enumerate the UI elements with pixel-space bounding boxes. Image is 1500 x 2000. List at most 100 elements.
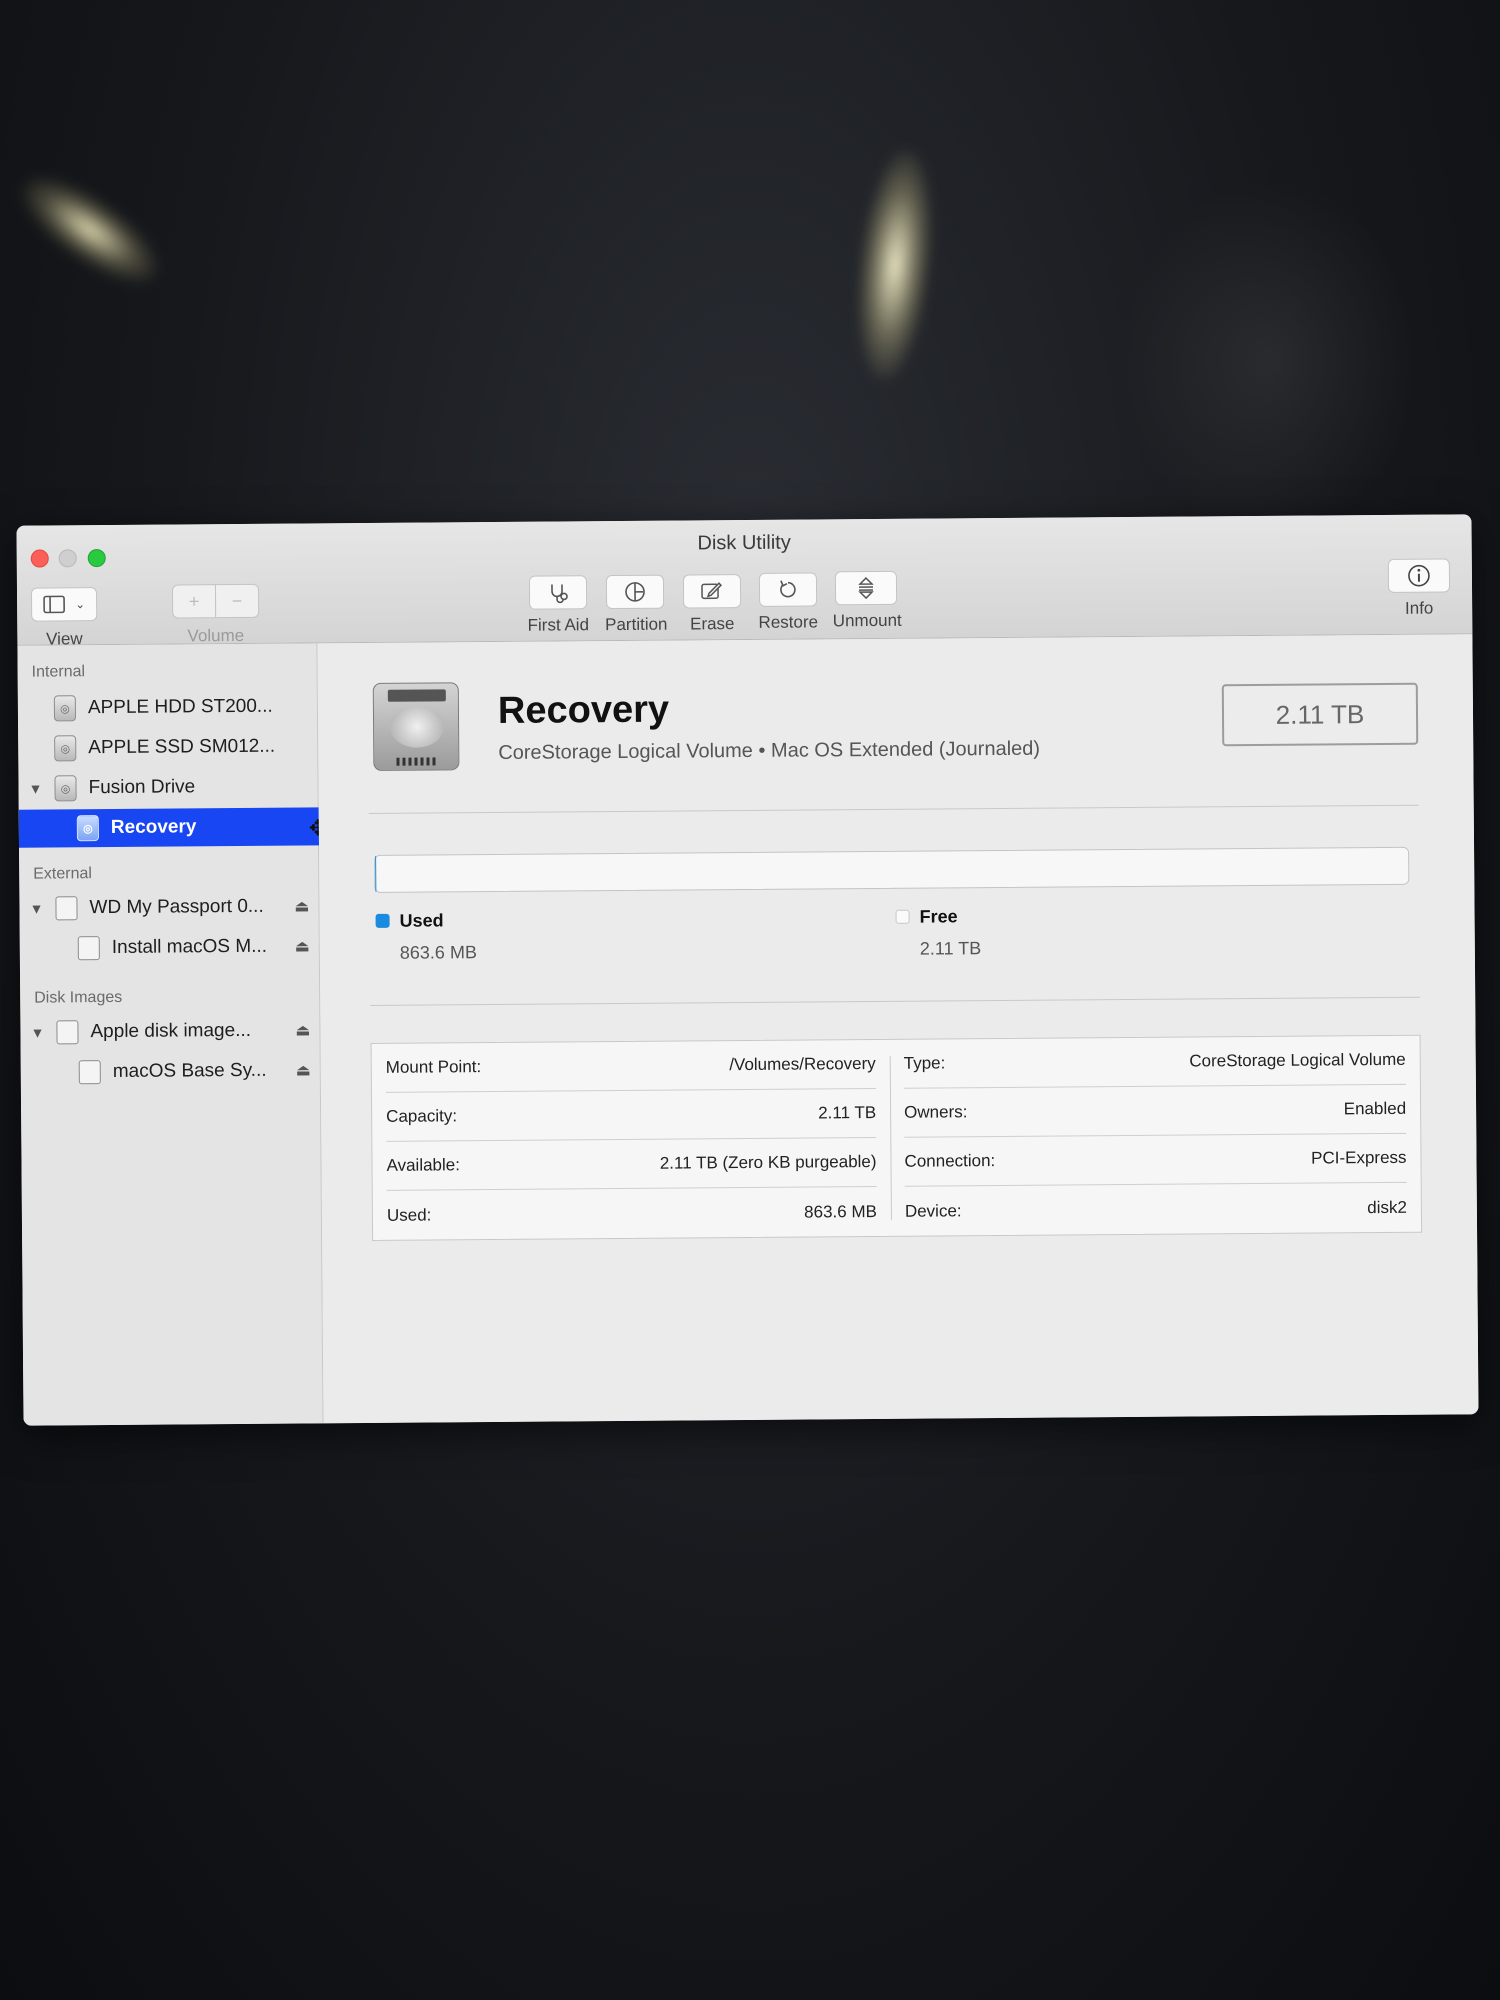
info-row-mount-point: Mount Point: /Volumes/Recovery <box>385 1039 876 1093</box>
volume-icon: ◎ <box>76 815 99 842</box>
add-volume-button[interactable]: + <box>171 584 217 619</box>
usage-bar-used-fill <box>375 855 376 892</box>
info-row-type: Type: CoreStorage Logical Volume <box>903 1035 1406 1089</box>
unmount-button[interactable] <box>834 570 898 606</box>
sidebar-item-apple-disk-image[interactable]: ▼ Apple disk image... ⏏ <box>20 1011 320 1051</box>
sidebar-item-apple-hdd[interactable]: ◎ APPLE HDD ST200... <box>18 687 318 727</box>
stethoscope-icon <box>551 584 568 604</box>
sidebar-item-recovery[interactable]: ◎ Recovery <box>18 807 320 848</box>
ceiling-light-reflection-center <box>848 146 942 384</box>
sidebar-item-fusion-drive[interactable]: ▼ ◎ Fusion Drive <box>18 767 318 807</box>
legend-free: Free 2.11 TB <box>895 906 981 959</box>
info-value: 863.6 MB <box>804 1201 877 1222</box>
sidebar-section-internal: Internal <box>31 663 86 681</box>
sidebar-item-label: WD My Passport 0... <box>89 895 264 919</box>
legend-used: Used 863.6 MB <box>375 910 477 963</box>
eject-icon[interactable]: ⏏ <box>295 936 310 956</box>
sidebar-item-label: Install macOS M... <box>111 935 268 958</box>
volume-name: Recovery <box>497 688 670 732</box>
info-label: Connection: <box>904 1151 996 1171</box>
sidebar-section-disk-images: Disk Images <box>34 988 123 1007</box>
info-column-right: Type: CoreStorage Logical Volume Owners:… <box>890 1035 1422 1236</box>
sidebar-item-label: Recovery <box>110 816 197 838</box>
disclosure-triangle-icon[interactable]: ▼ <box>24 780 46 797</box>
info-value: PCI-Express <box>1310 1147 1407 1168</box>
disk-image-icon <box>56 1020 79 1045</box>
sidebar: Internal ◎ APPLE HDD ST200... ◎ APPLE SS… <box>17 643 327 1426</box>
plus-icon: + <box>188 590 200 611</box>
free-swatch <box>895 909 910 924</box>
info-label: Capacity: <box>386 1106 458 1126</box>
sidebar-item-label: APPLE SSD SM012... <box>88 735 276 759</box>
info-label: Mount Point: <box>385 1057 482 1077</box>
ceiling-light-reflection-left <box>7 159 173 301</box>
partition-pie-icon <box>625 582 645 602</box>
disclosure-triangle-icon[interactable]: ▼ <box>26 1024 48 1041</box>
info-label: Owners: <box>904 1102 968 1122</box>
sidebar-item-label: Apple disk image... <box>90 1019 252 1043</box>
info-label: Type: <box>903 1053 946 1073</box>
eject-icon[interactable]: ⏏ <box>295 1020 310 1040</box>
sidebar-section-external: External <box>33 865 92 883</box>
sidebar-item-macos-base-system[interactable]: macOS Base Sy... ⏏ <box>21 1051 321 1091</box>
sidebar-item-label: Fusion Drive <box>88 776 196 799</box>
free-label: Free <box>919 906 958 927</box>
used-label: Used <box>399 910 444 931</box>
sidebar-item-install-macos[interactable]: Install macOS M... ⏏ <box>20 927 320 967</box>
info-label: Available: <box>386 1155 461 1175</box>
info-row-owners: Owners: Enabled <box>903 1084 1407 1138</box>
info-value: Enabled <box>1343 1098 1407 1119</box>
toolbar: Disk Utility ⌄ View + − Volume First Aid… <box>16 514 1473 648</box>
used-swatch <box>375 913 390 928</box>
hard-disk-icon: ◎ <box>53 695 77 722</box>
info-row-capacity: Capacity: 2.11 TB <box>385 1088 877 1142</box>
free-value: 2.11 TB <box>919 938 982 959</box>
info-value: CoreStorage Logical Volume <box>1189 1049 1406 1071</box>
window-title: Disk Utility <box>697 531 791 555</box>
restore-button[interactable] <box>758 572 818 607</box>
unmount-icon <box>858 576 874 600</box>
info-row-available: Available: 2.11 TB (Zero KB purgeable) <box>386 1137 877 1191</box>
info-label: Device: <box>904 1200 962 1221</box>
hard-disk-icon: ◎ <box>54 735 77 762</box>
hard-disk-icon: ◎ <box>54 775 77 802</box>
erase-pencil-icon <box>701 582 723 600</box>
sidebar-item-wd-my-passport[interactable]: ▼ WD My Passport 0... ⏏ <box>19 887 319 927</box>
divider <box>370 996 1421 1006</box>
volume-detail-pane: Recovery CoreStorage Logical Volume • Ma… <box>317 634 1479 1424</box>
volume-size-badge: 2.11 TB <box>1221 682 1419 747</box>
usage-bar <box>374 846 1410 893</box>
used-value: 863.6 MB <box>399 942 477 963</box>
divider <box>368 804 1419 814</box>
info-column-left: Mount Point: /Volumes/Recovery Capacity:… <box>372 1039 892 1240</box>
info-value: disk2 <box>1367 1197 1407 1217</box>
remove-volume-button[interactable]: − <box>214 583 260 619</box>
first-aid-button[interactable] <box>528 575 588 610</box>
restore-arrow-icon <box>780 580 796 598</box>
info-value: 2.11 TB (Zero KB purgeable) <box>659 1151 877 1173</box>
eject-icon[interactable]: ⏏ <box>294 896 309 916</box>
partition-button[interactable] <box>605 574 665 610</box>
unmount-label: Unmount <box>832 610 902 631</box>
info-icon <box>1408 564 1430 587</box>
eject-icon[interactable]: ⏏ <box>296 1060 311 1080</box>
view-button[interactable]: ⌄ <box>30 587 98 622</box>
disclosure-triangle-icon[interactable]: ▼ <box>25 900 47 917</box>
external-disk-icon <box>55 896 78 921</box>
volume-info-table: Mount Point: /Volumes/Recovery Capacity:… <box>370 1034 1423 1241</box>
background-reflection <box>1120 180 1420 540</box>
sidebar-icon <box>43 595 65 614</box>
chevron-down-icon: ⌄ <box>75 597 86 612</box>
info-button[interactable] <box>1387 558 1451 593</box>
sidebar-item-label: macOS Base Sy... <box>112 1059 267 1082</box>
erase-button[interactable] <box>682 574 742 609</box>
info-label: Used: <box>386 1204 432 1225</box>
external-disk-icon <box>77 936 100 961</box>
info-label: Info <box>1404 598 1434 618</box>
volume-description: CoreStorage Logical Volume • Mac OS Exte… <box>498 737 1041 764</box>
sidebar-item-apple-ssd[interactable]: ◎ APPLE SSD SM012... <box>18 727 318 767</box>
hard-disk-icon <box>372 682 460 771</box>
info-value: /Volumes/Recovery <box>729 1053 876 1075</box>
sidebar-item-label: APPLE HDD ST200... <box>87 695 273 719</box>
info-value: 2.11 TB <box>818 1102 877 1123</box>
